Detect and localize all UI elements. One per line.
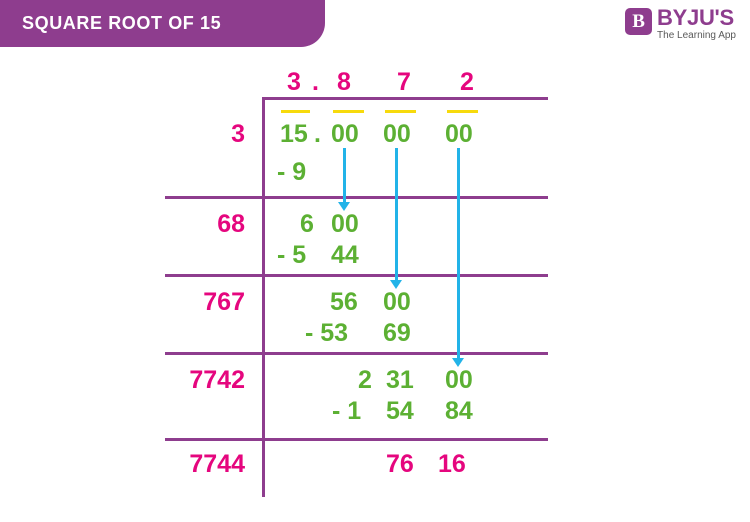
divisor-step-5: 7744 [189,450,245,478]
division-vertical-rule [262,97,265,497]
dividend-decimal-point: . [314,120,321,148]
division-top-rule [262,97,548,100]
subtrahend-step-4-b: 54 [386,397,414,425]
subtrahend-step-4-c: 84 [445,397,473,425]
dividend-pair-1: 00 [331,120,359,148]
dividend-integer-part: 15 [280,120,308,148]
subtrahend-step-4-a: - 1 [332,397,362,425]
subtrahend-step-1: - 9 [277,158,307,186]
divisor-step-3: 767 [203,288,245,316]
page-root: SQUARE ROOT OF 15 B BYJU'S The Learning … [0,0,750,522]
overbar-pair-4 [447,110,478,113]
step-rule-2 [165,274,548,277]
remainder-step-3-b: 00 [383,288,411,316]
remainder-step-4-b: 31 [386,366,414,394]
step-rule-1 [165,196,548,199]
dividend-pair-2: 00 [383,120,411,148]
bringdown-line-3 [457,148,460,360]
subtrahend-step-3-b: 69 [383,319,411,347]
overbar-pair-2 [333,110,364,113]
final-remainder-a: 76 [386,450,414,478]
remainder-step-3-a: 56 [330,288,358,316]
dividend-pair-3: 00 [445,120,473,148]
subtrahend-step-2-b: 44 [331,241,359,269]
quotient-digit-7: 7 [397,68,411,96]
step-rule-4 [165,438,548,441]
subtrahend-step-3-a: - 53 [305,319,349,347]
bringdown-line-2 [395,148,398,282]
divisor-step-4: 7742 [189,366,245,394]
overbar-pair-1 [281,110,310,113]
quotient-digit-8: 8 [337,68,351,96]
bringdown-line-1 [343,148,346,204]
divisor-step-1: 3 [231,120,245,148]
step-rule-3 [165,352,548,355]
quotient-digit-3: 3 [287,68,301,96]
subtrahend-step-2-a: - 5 [277,241,307,269]
remainder-step-2-a: 6 [300,210,314,238]
remainder-step-4-a: 2 [358,366,372,394]
quotient-digit-2: 2 [460,68,474,96]
long-division-figure: 3 . 8 7 2 15 . 00 00 00 3 - 9 68 6 00 - … [0,0,750,522]
quotient-decimal-point: . [312,68,319,96]
remainder-step-4-c: 00 [445,366,473,394]
final-remainder-b: 16 [438,450,466,478]
overbar-pair-3 [385,110,416,113]
divisor-step-2: 68 [217,210,245,238]
remainder-step-2-b: 00 [331,210,359,238]
